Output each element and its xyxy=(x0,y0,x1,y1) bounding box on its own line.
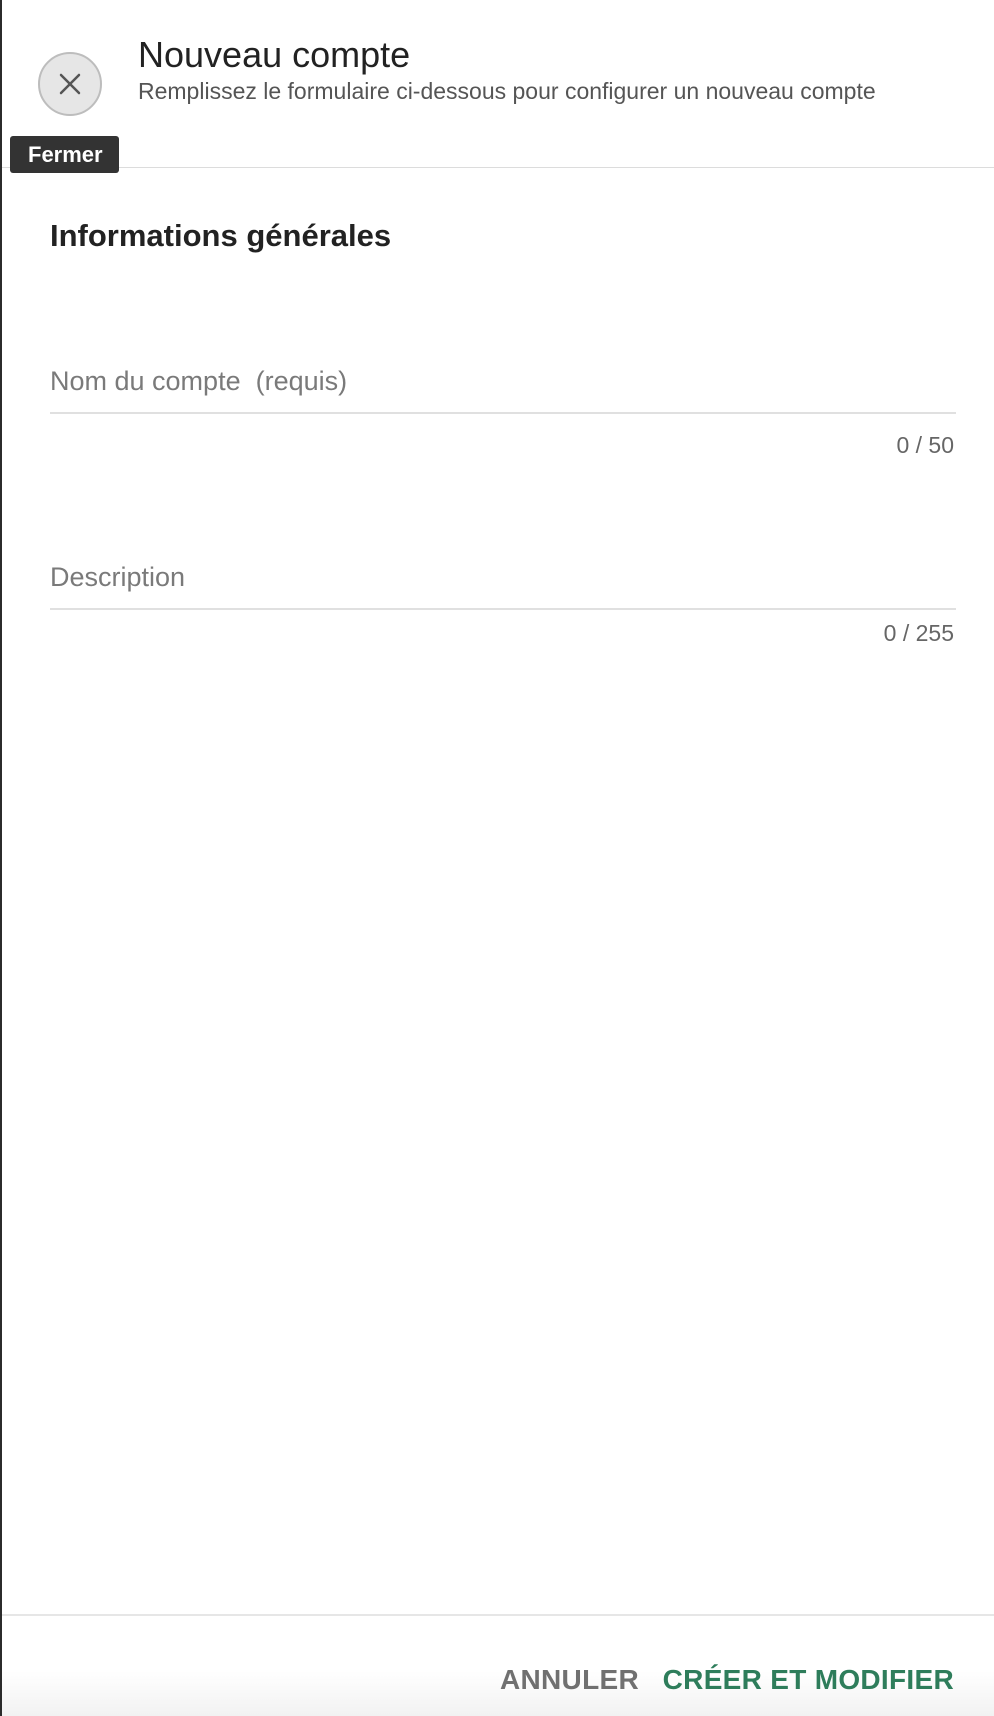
account-name-field[interactable] xyxy=(50,352,956,414)
new-account-panel: Nouveau compte Remplissez le formulaire … xyxy=(2,0,994,1716)
panel-footer: ANNULER CRÉER ET MODIFIER xyxy=(2,1614,994,1716)
close-tooltip: Fermer xyxy=(10,136,119,173)
section-title: Informations générales xyxy=(50,218,392,253)
description-field[interactable] xyxy=(50,548,956,610)
close-button[interactable] xyxy=(38,52,102,116)
account-name-input[interactable] xyxy=(50,352,956,410)
description-counter: 0 / 255 xyxy=(883,620,954,646)
page-title: Nouveau compte xyxy=(138,34,411,75)
page-subtitle: Remplissez le formulaire ci-dessous pour… xyxy=(138,78,876,104)
create-and-edit-button[interactable]: CRÉER ET MODIFIER xyxy=(663,1664,954,1696)
description-input[interactable] xyxy=(50,548,956,606)
cancel-button[interactable]: ANNULER xyxy=(500,1664,639,1696)
account-name-counter: 0 / 50 xyxy=(896,432,954,458)
close-icon xyxy=(59,73,81,95)
panel-header: Nouveau compte Remplissez le formulaire … xyxy=(2,0,994,168)
